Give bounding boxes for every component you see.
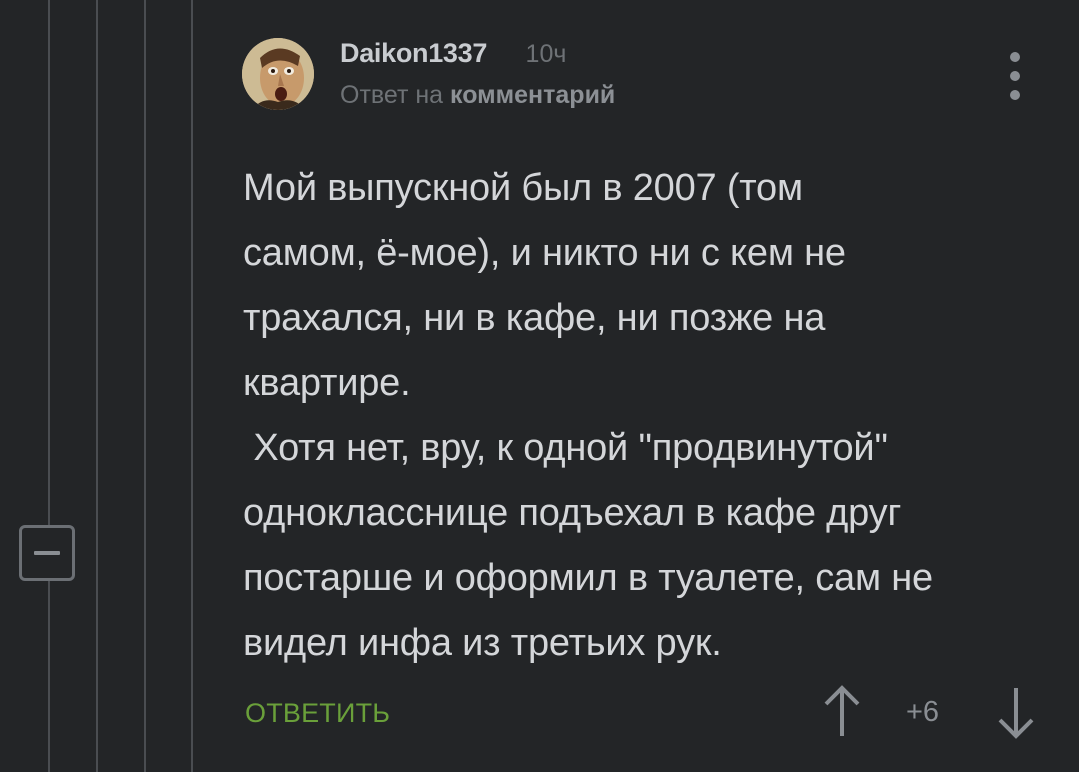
more-vertical-icon[interactable] — [1005, 52, 1025, 100]
comment-thread-page: Daikon1337 10ч Ответ на комментарий Мой … — [0, 0, 1079, 772]
reply-context: Ответ на комментарий — [340, 81, 615, 110]
reply-prefix: Ответ на — [340, 81, 444, 109]
reply-target-link[interactable]: комментарий — [450, 81, 615, 109]
reply-button[interactable]: ОТВЕТИТЬ — [245, 698, 390, 729]
arrow-up-icon[interactable] — [822, 684, 862, 745]
thread-line — [191, 0, 193, 772]
comment-header: Daikon1337 10ч Ответ на комментарий — [340, 38, 615, 110]
avatar-image — [242, 38, 314, 110]
thread-line — [96, 0, 98, 772]
avatar[interactable] — [242, 38, 314, 110]
thread-line — [48, 0, 50, 772]
previous-comment-stub — [238, 0, 298, 6]
comment-time: 10ч — [525, 40, 567, 68]
rating-value: +6 — [906, 696, 940, 728]
collapse-thread-button[interactable] — [19, 525, 75, 581]
minus-icon — [34, 551, 60, 555]
thread-line — [144, 0, 146, 772]
comment-text: Мой выпускной был в 2007 (том самом, ё-м… — [243, 167, 933, 664]
author-name[interactable]: Daikon1337 — [340, 38, 487, 68]
arrow-down-icon[interactable] — [996, 684, 1036, 745]
